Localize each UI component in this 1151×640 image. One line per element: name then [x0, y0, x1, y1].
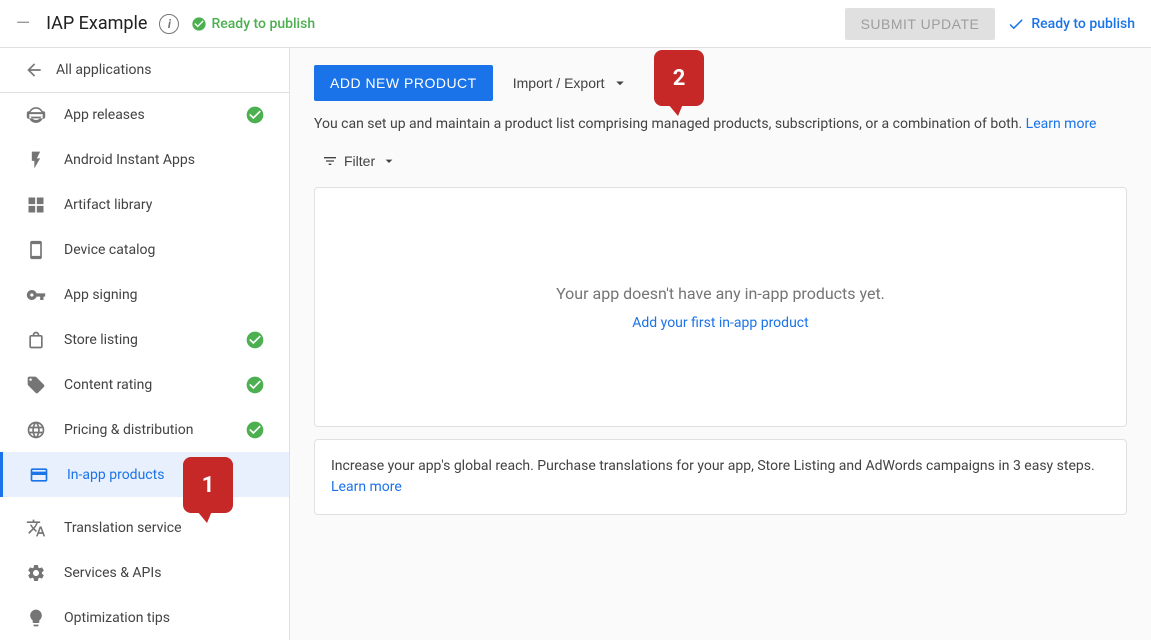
- callout-2-container: 2: [654, 50, 704, 106]
- filter-icon: [322, 153, 338, 169]
- tag-icon: [24, 373, 48, 397]
- sidebar-check-app-releases: [245, 105, 265, 125]
- arrow-back-icon: [24, 60, 44, 80]
- add-new-product-button[interactable]: ADD NEW PRODUCT: [314, 65, 493, 101]
- empty-state-card: Your app doesn't have any in-app product…: [314, 187, 1127, 427]
- sidebar-item-app-signing[interactable]: App signing: [0, 273, 289, 318]
- toolbar: ADD NEW PRODUCT Import / Export 2: [314, 64, 1127, 102]
- key-icon: [24, 283, 48, 307]
- rocket-icon: [24, 103, 48, 127]
- filter-button[interactable]: Filter: [314, 147, 405, 175]
- sidebar-back-item[interactable]: All applications: [0, 48, 289, 93]
- topbar: — IAP Example i Ready to publish SUBMIT …: [0, 0, 1151, 48]
- bag-icon: [24, 328, 48, 352]
- sidebar-item-label: Android Instant Apps: [64, 152, 265, 168]
- sidebar-check-content-rating: [245, 375, 265, 395]
- sidebar-item-label: App signing: [64, 287, 265, 303]
- sidebar-item-label: Store listing: [64, 332, 229, 348]
- bolt-icon: [24, 148, 48, 172]
- callout-1: 1: [183, 457, 233, 513]
- settings-icon: [24, 561, 48, 585]
- sidebar-check-pricing: [245, 420, 265, 440]
- sidebar-item-pricing-distribution[interactable]: Pricing & distribution: [0, 407, 289, 452]
- sidebar-check-store-listing: [245, 330, 265, 350]
- learn-more-link-1[interactable]: Learn more: [1026, 116, 1097, 132]
- topbar-title: IAP Example: [46, 13, 147, 34]
- filter-bar: Filter: [314, 147, 1127, 175]
- sidebar-item-label: Optimization tips: [64, 610, 265, 626]
- main-content: ADD NEW PRODUCT Import / Export 2 You ca…: [290, 48, 1151, 640]
- info-text: You can set up and maintain a product li…: [314, 114, 1127, 135]
- sidebar-item-device-catalog[interactable]: Device catalog: [0, 228, 289, 273]
- sidebar-item-label: In-app products: [67, 467, 265, 483]
- sidebar: All applications App releases Android In…: [0, 48, 290, 640]
- footer-banner: Increase your app's global reach. Purcha…: [314, 439, 1127, 515]
- sidebar-item-label: App releases: [64, 107, 229, 123]
- sidebar-item-label: Content rating: [64, 377, 229, 393]
- grid-icon: [24, 193, 48, 217]
- sidebar-item-label: Artifact library: [64, 197, 265, 213]
- sidebar-item-artifact-library[interactable]: Artifact library: [0, 183, 289, 228]
- topbar-status: Ready to publish: [191, 16, 832, 32]
- sidebar-item-label: Device catalog: [64, 242, 265, 258]
- sidebar-item-app-releases[interactable]: App releases: [0, 93, 289, 138]
- filter-chevron-icon: [381, 153, 397, 169]
- sidebar-item-services-apis[interactable]: Services & APIs: [0, 550, 289, 595]
- sidebar-item-translation[interactable]: Translation service: [0, 505, 289, 550]
- sidebar-back-label: All applications: [56, 62, 151, 78]
- submit-update-button[interactable]: SUBMIT UPDATE: [845, 8, 996, 40]
- sidebar-item-in-app-products[interactable]: In-app products 1: [0, 452, 289, 497]
- sidebar-item-label: Pricing & distribution: [64, 422, 229, 438]
- globe-icon: [24, 418, 48, 442]
- empty-state-text: Your app doesn't have any in-app product…: [556, 284, 885, 303]
- sidebar-item-content-rating[interactable]: Content rating: [0, 363, 289, 408]
- card-icon: [27, 463, 51, 487]
- info-icon[interactable]: i: [159, 14, 179, 34]
- topbar-dash: —: [16, 13, 30, 34]
- bulb-icon: [24, 606, 48, 630]
- ready-check-icon: [1007, 15, 1025, 33]
- chevron-down-icon: [611, 74, 629, 92]
- callout-2: 2: [654, 50, 704, 106]
- sidebar-item-optimization[interactable]: Optimization tips: [0, 595, 289, 640]
- sidebar-item-android-instant[interactable]: Android Instant Apps: [0, 138, 289, 183]
- layout: All applications App releases Android In…: [0, 48, 1151, 640]
- learn-more-link-2[interactable]: Learn more: [331, 479, 402, 495]
- phone-icon: [24, 238, 48, 262]
- topbar-ready-badge: Ready to publish: [1007, 15, 1135, 33]
- translate-icon: [24, 516, 48, 540]
- check-circle-icon: [191, 16, 207, 32]
- sidebar-item-store-listing[interactable]: Store listing: [0, 318, 289, 363]
- add-first-product-link[interactable]: Add your first in-app product: [632, 315, 808, 331]
- import-export-button[interactable]: Import / Export: [505, 64, 637, 102]
- sidebar-item-label: Translation service: [64, 520, 265, 536]
- sidebar-item-label: Services & APIs: [64, 565, 265, 581]
